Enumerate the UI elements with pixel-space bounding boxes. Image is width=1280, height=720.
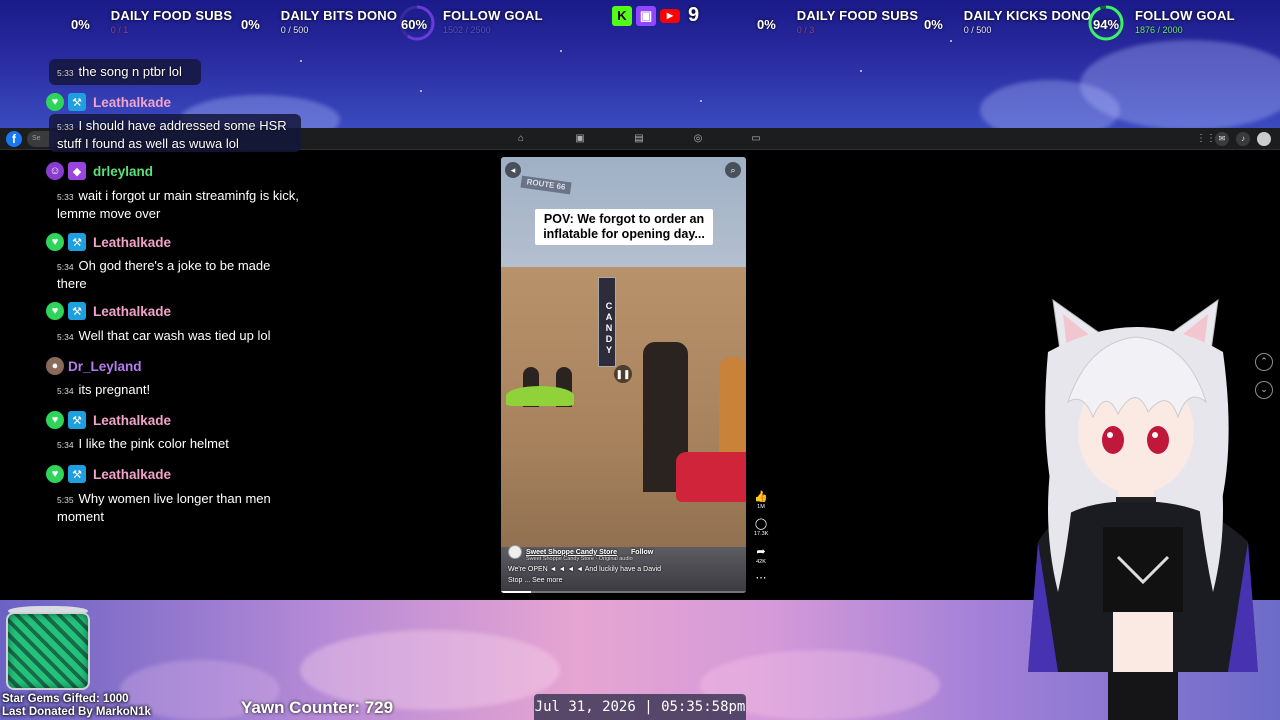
platform-indicator: K ▣ ▶ 9 bbox=[612, 4, 699, 27]
chat-header: ♥ ⚒ Leathalkade bbox=[46, 465, 171, 483]
hammer-badge-icon: ⚒ bbox=[68, 302, 86, 320]
video-progress-bar[interactable] bbox=[501, 591, 746, 593]
groups-icon[interactable]: ◎ bbox=[692, 133, 704, 145]
reel-video[interactable]: ROUTE 66 CANDY POV: We forgot to order a… bbox=[501, 157, 746, 593]
avatar[interactable] bbox=[508, 545, 522, 559]
chat-message: 5:34 Oh god there's a joke to be made the… bbox=[57, 258, 271, 291]
goal-daily-food-subs-right: 0% DAILY FOOD SUBS 0 / 3 bbox=[757, 8, 918, 35]
comment-button[interactable]: ◯ 17.3K bbox=[754, 517, 768, 537]
chat-header: ♥ ⚒ Leathalkade bbox=[46, 233, 171, 251]
goal-title: DAILY FOOD SUBS bbox=[796, 8, 919, 23]
hammer-badge-icon: ⚒ bbox=[68, 465, 86, 483]
chat-username: Leathalkade bbox=[93, 234, 172, 250]
avatar[interactable] bbox=[1257, 132, 1271, 146]
goal-percent: 0% bbox=[757, 17, 776, 32]
user-badge-icon: ☺ bbox=[46, 162, 64, 180]
video-building bbox=[501, 267, 746, 557]
goal-percent: 94% bbox=[1093, 17, 1120, 32]
goal-percent: 60% bbox=[401, 17, 428, 32]
heart-badge-icon: ♥ bbox=[46, 302, 64, 320]
chat-overlay: 5:33 the song n ptbr lol ♥ ⚒ Leathalkade … bbox=[0, 0, 320, 600]
chat-username: Leathalkade bbox=[93, 94, 172, 110]
youtube-icon: ▶ bbox=[660, 8, 680, 23]
chat-header: ♥ ⚒ Leathalkade bbox=[46, 302, 171, 320]
hammer-badge-icon: ⚒ bbox=[68, 233, 86, 251]
goal-title: FOLLOW GOAL bbox=[1135, 8, 1235, 23]
chat-message: 5:33 I should have addressed some HSR stu… bbox=[57, 118, 287, 151]
video-truck bbox=[676, 452, 746, 502]
goal-daily-kicks-dono: 0% DAILY KICKS DONO 0 / 500 bbox=[924, 8, 1091, 35]
video-window bbox=[719, 357, 746, 452]
chat-message: 5:34 Well that car wash was tied up lol bbox=[57, 328, 271, 343]
more-options-button[interactable]: ⋯ bbox=[754, 571, 768, 584]
goal-progress: 0 / 3 bbox=[796, 25, 815, 35]
last-donated: Last Donated By MarkoN1k bbox=[2, 706, 151, 718]
heart-badge-icon: ♥ bbox=[46, 93, 64, 111]
chat-message: 5:34 its pregnant! bbox=[57, 382, 151, 397]
chat-message: 5:33 the song n ptbr lol bbox=[57, 64, 182, 79]
candy-sign: CANDY bbox=[598, 277, 616, 367]
chat-message: 5:35 Why women live longer than men momen… bbox=[57, 491, 271, 524]
thumbs-up-icon: 👍 bbox=[754, 491, 768, 503]
chat-username: Leathalkade bbox=[93, 466, 172, 482]
goal-title: DAILY KICKS DONO bbox=[963, 8, 1092, 23]
viewer-count: 9 bbox=[688, 4, 700, 26]
share-icon: ➦ bbox=[756, 546, 766, 558]
date-clock: Jul 31, 2026 | 05:35:58pm bbox=[534, 694, 746, 720]
search-icon[interactable]: ⌕ bbox=[725, 162, 741, 178]
yawn-counter: Yawn Counter: 729 bbox=[241, 698, 394, 717]
chat-username: Dr_Leyland bbox=[68, 358, 142, 374]
see-more-link[interactable]: Stop ... See more bbox=[508, 577, 708, 584]
chat-message: 5:33 wait i forgot ur main streaminfg is … bbox=[57, 188, 299, 221]
star-gems-jar-icon bbox=[6, 612, 90, 690]
chat-header: ♥ ⚒ Leathalkade bbox=[46, 93, 171, 111]
chat-username: Leathalkade bbox=[93, 412, 172, 428]
store-name[interactable]: Sweet Shoppe Candy Store bbox=[526, 549, 617, 556]
heart-badge-icon: ♥ bbox=[46, 465, 64, 483]
share-button[interactable]: ➦ 42K bbox=[754, 545, 768, 565]
gaming-icon[interactable]: ▭ bbox=[750, 133, 762, 145]
goal-title: FOLLOW GOAL bbox=[443, 8, 543, 23]
comment-icon: ◯ bbox=[754, 518, 768, 530]
mute-icon[interactable]: ◂ bbox=[505, 162, 521, 178]
video-icon[interactable]: ▣ bbox=[574, 133, 586, 145]
notifications-icon[interactable]: ♪ bbox=[1236, 132, 1250, 146]
kick-icon: K bbox=[612, 5, 632, 26]
pause-icon[interactable]: ❚❚ bbox=[614, 365, 632, 383]
goal-progress: 1876 / 2000 bbox=[1135, 25, 1183, 35]
menu-grid-icon[interactable]: ⋮⋮ bbox=[1196, 133, 1216, 145]
star-gems-gifted: Star Gems Gifted: 1000 bbox=[2, 693, 129, 705]
heart-badge-icon: ♥ bbox=[46, 233, 64, 251]
goal-follow-right: 94% FOLLOW GOAL 1876 / 2000 bbox=[1093, 8, 1235, 35]
reel-description: We're OPEN ◄ ◄ ◄ ◄ And luckily have a Da… bbox=[508, 566, 662, 573]
goal-percent: 0% bbox=[924, 17, 943, 32]
chat-username: Leathalkade bbox=[93, 303, 172, 319]
chat-username: drleyland bbox=[93, 163, 154, 179]
reel-meta: Sweet Shoppe Candy Store Follow Sweet Sh… bbox=[508, 545, 708, 584]
hammer-badge-icon: ⚒ bbox=[68, 93, 86, 111]
home-icon[interactable]: ⌂ bbox=[515, 133, 527, 145]
video-umbrella bbox=[506, 386, 574, 406]
chat-header: ♥ ⚒ Leathalkade bbox=[46, 411, 171, 429]
messenger-icon[interactable]: ✉ bbox=[1215, 132, 1229, 146]
follow-button[interactable]: Follow bbox=[631, 549, 653, 556]
marketplace-icon[interactable]: ▤ bbox=[633, 133, 645, 145]
chat-header: ● Dr_Leyland bbox=[46, 357, 142, 375]
diamond-badge-icon: ◆ bbox=[68, 162, 86, 180]
hammer-badge-icon: ⚒ bbox=[68, 411, 86, 429]
heart-badge-icon: ♥ bbox=[46, 411, 64, 429]
twitch-icon: ▣ bbox=[636, 5, 656, 26]
goal-progress: 1502 / 2500 bbox=[443, 25, 491, 35]
avatar: ● bbox=[46, 357, 64, 375]
like-button[interactable]: 👍 1M bbox=[754, 490, 768, 510]
chat-message: 5:34 I like the pink color helmet bbox=[57, 436, 229, 451]
goal-follow-left: 60% FOLLOW GOAL 1502 / 2500 bbox=[401, 8, 543, 35]
vtuber-avatar bbox=[1028, 298, 1258, 720]
goal-progress: 0 / 500 bbox=[963, 25, 992, 35]
video-caption: POV: We forgot to order an inflatable fo… bbox=[535, 209, 713, 245]
chat-header: ☺ ◆ drleyland bbox=[46, 162, 153, 180]
audio-label[interactable]: Sweet Shoppe Candy Store · Original audi… bbox=[526, 556, 708, 562]
